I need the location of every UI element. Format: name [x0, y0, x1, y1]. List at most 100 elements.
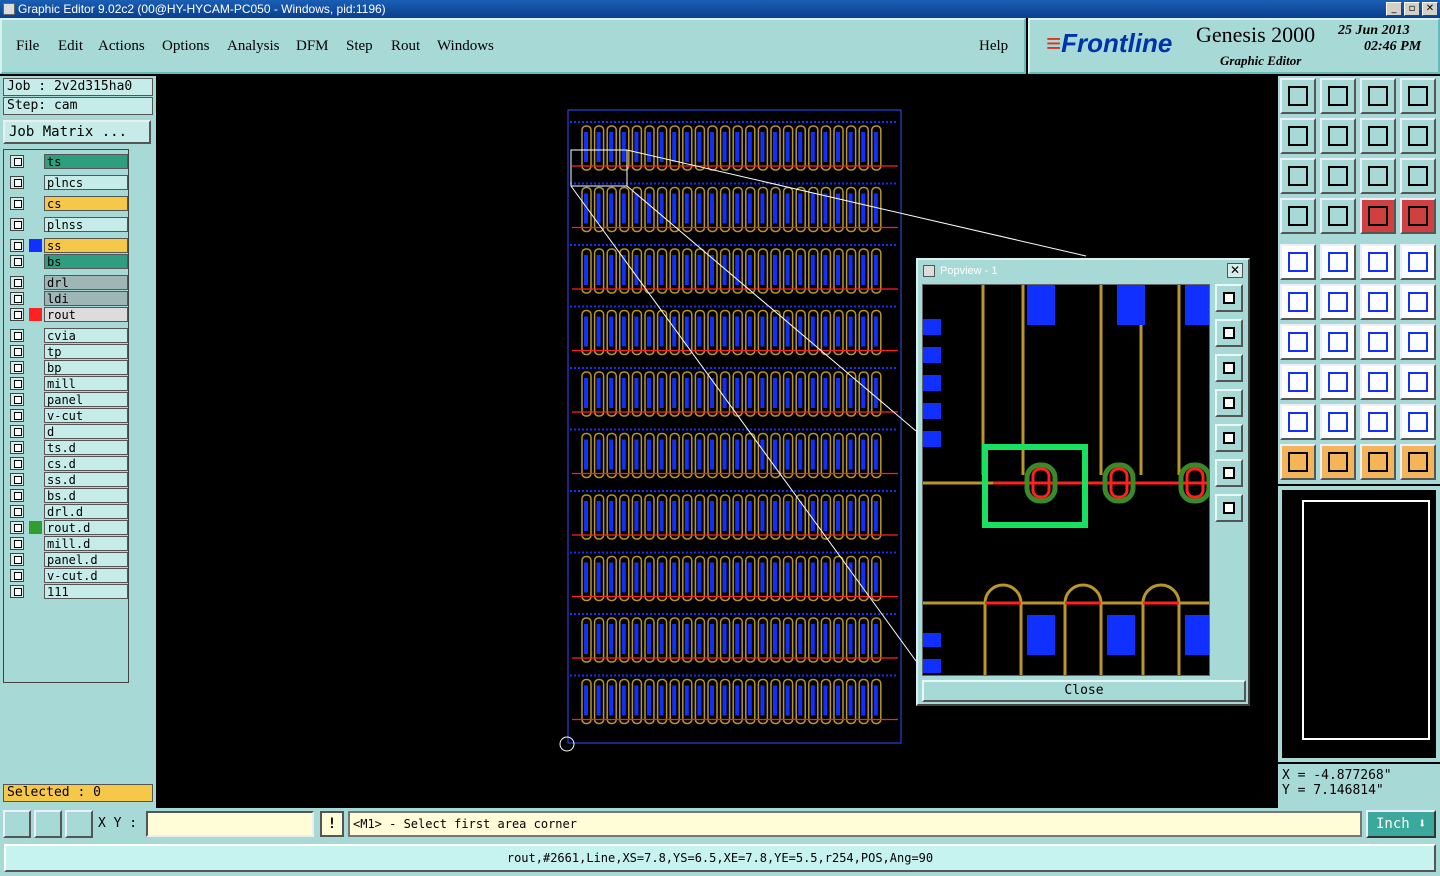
layer-name[interactable]: rout [44, 307, 128, 322]
menu-options[interactable]: Options [162, 38, 210, 55]
menu-dfm[interactable]: DFM [296, 38, 329, 55]
layer-name[interactable]: rout.d [44, 520, 128, 535]
grid-icon[interactable] [65, 810, 93, 838]
layer-name[interactable]: 111 [44, 584, 128, 599]
execute-button[interactable]: ! [320, 811, 344, 837]
layer-checkbox[interactable] [10, 218, 24, 231]
layer-red-icon[interactable] [1360, 198, 1396, 234]
xy-input[interactable] [146, 811, 314, 837]
layer-row-plnss[interactable]: plnss [7, 217, 128, 232]
layer-checkbox[interactable] [10, 553, 24, 566]
connect-icon[interactable] [1280, 284, 1316, 320]
cursor-edit-icon[interactable] [1360, 444, 1396, 480]
window-close-button[interactable]: ✕ [1422, 2, 1438, 16]
menu-edit[interactable]: Edit [58, 38, 83, 55]
layer-checkbox[interactable] [10, 409, 24, 422]
layer-checkbox[interactable] [10, 393, 24, 406]
pads-icon[interactable] [1280, 364, 1316, 400]
pad-icon[interactable] [1280, 244, 1316, 280]
layer-row-panel[interactable]: panel [7, 392, 128, 407]
layer-name[interactable]: drl [44, 275, 128, 290]
layer-name[interactable]: plncs [44, 175, 128, 190]
arrow2-icon[interactable] [1400, 284, 1436, 320]
center-icon[interactable] [1320, 158, 1356, 194]
layer-checkbox[interactable] [10, 457, 24, 470]
popview-pan-up-icon[interactable] [1215, 319, 1243, 347]
menu-actions[interactable]: Actions [98, 38, 145, 55]
triangle2-icon[interactable] [1320, 404, 1356, 440]
swap-icon[interactable] [1360, 118, 1396, 154]
layer-name[interactable]: ldi [44, 291, 128, 306]
move-left-icon[interactable] [1280, 118, 1316, 154]
layer-row-ldi[interactable]: ldi [7, 291, 128, 306]
house-icon[interactable] [1360, 78, 1396, 114]
layer-checkbox[interactable] [10, 197, 24, 210]
layer-checkbox[interactable] [10, 361, 24, 374]
menu-help[interactable]: Help [979, 38, 1008, 55]
layer-row-rout[interactable]: rout [7, 307, 128, 322]
layer-red2-icon[interactable] [1400, 198, 1436, 234]
layer-checkbox[interactable] [10, 255, 24, 268]
window-icon[interactable] [1400, 78, 1436, 114]
layer-name[interactable]: cvia [44, 328, 128, 343]
popview-drawing[interactable] [923, 285, 1210, 676]
home-up-icon[interactable] [1280, 78, 1316, 114]
triangle3-icon[interactable] [1360, 404, 1396, 440]
rotate-icon[interactable] [1360, 324, 1396, 360]
layer-name[interactable]: ss [44, 238, 128, 253]
popview-pan-down-icon[interactable] [1215, 354, 1243, 382]
layer-checkbox[interactable] [10, 276, 24, 289]
layer-row-ss.d[interactable]: ss.d [7, 472, 128, 487]
layer-checkbox[interactable] [10, 505, 24, 518]
snap-icon[interactable] [3, 810, 31, 838]
angle-tool-icon[interactable] [1280, 324, 1316, 360]
menu-file[interactable]: File [16, 38, 39, 55]
overview-map[interactable] [1278, 486, 1440, 762]
layer-row-cs[interactable]: cs [7, 196, 128, 211]
layer-row-111[interactable]: 111 [7, 584, 128, 599]
popview-fit-icon[interactable] [1215, 459, 1243, 487]
layer-name[interactable]: cs [44, 196, 128, 211]
layer-row-cvia[interactable]: cvia [7, 328, 128, 343]
job-matrix-button[interactable]: Job Matrix ... [3, 120, 151, 144]
menu-rout[interactable]: Rout [391, 38, 420, 55]
triangle-icon[interactable] [1280, 404, 1316, 440]
layer-row-mill[interactable]: mill [7, 376, 128, 391]
popview-close-icon[interactable]: ✕ [1227, 263, 1243, 278]
node-icon[interactable] [1400, 444, 1436, 480]
layer-row-v-cut.d[interactable]: v-cut.d [7, 568, 128, 583]
line-icon[interactable] [1320, 364, 1356, 400]
menu-analysis[interactable]: Analysis [227, 38, 280, 55]
layer-row-bs[interactable]: bs [7, 254, 128, 269]
flip-icon[interactable] [1400, 324, 1436, 360]
layer-checkbox[interactable] [10, 569, 24, 582]
layer-name[interactable]: cs.d [44, 456, 128, 471]
popview-pan-left-icon[interactable] [1215, 389, 1243, 417]
layer-name[interactable]: tp [44, 344, 128, 359]
properties-icon[interactable] [1280, 198, 1316, 234]
layer-row-drl[interactable]: drl [7, 275, 128, 290]
layer-name[interactable]: panel [44, 392, 128, 407]
layer-name[interactable]: v-cut [44, 408, 128, 423]
layer-checkbox[interactable] [10, 489, 24, 502]
angle-icon[interactable] [1320, 244, 1356, 280]
layer-name[interactable]: bs [44, 254, 128, 269]
layer-checkbox[interactable] [10, 176, 24, 189]
layer-checkbox[interactable] [10, 345, 24, 358]
home-down-icon[interactable] [1320, 78, 1356, 114]
circle-icon[interactable] [1400, 244, 1436, 280]
layer-name[interactable]: d [44, 424, 128, 439]
popview-close-button[interactable]: Close [922, 680, 1246, 702]
layer-row-bs.d[interactable]: bs.d [7, 488, 128, 503]
maximize-button[interactable]: ▫ [1404, 2, 1420, 16]
layer-checkbox[interactable] [10, 537, 24, 550]
layer-name[interactable]: ts [44, 154, 128, 169]
minimize-button[interactable]: _ [1386, 2, 1402, 16]
shuffle-icon[interactable] [1400, 118, 1436, 154]
layer-checkbox[interactable] [10, 292, 24, 305]
menu-windows[interactable]: Windows [437, 38, 494, 55]
popview-zoom-view[interactable] [922, 284, 1210, 676]
layer-row-cs.d[interactable]: cs.d [7, 456, 128, 471]
layer-checkbox[interactable] [10, 308, 24, 321]
layer-row-mill.d[interactable]: mill.d [7, 536, 128, 551]
